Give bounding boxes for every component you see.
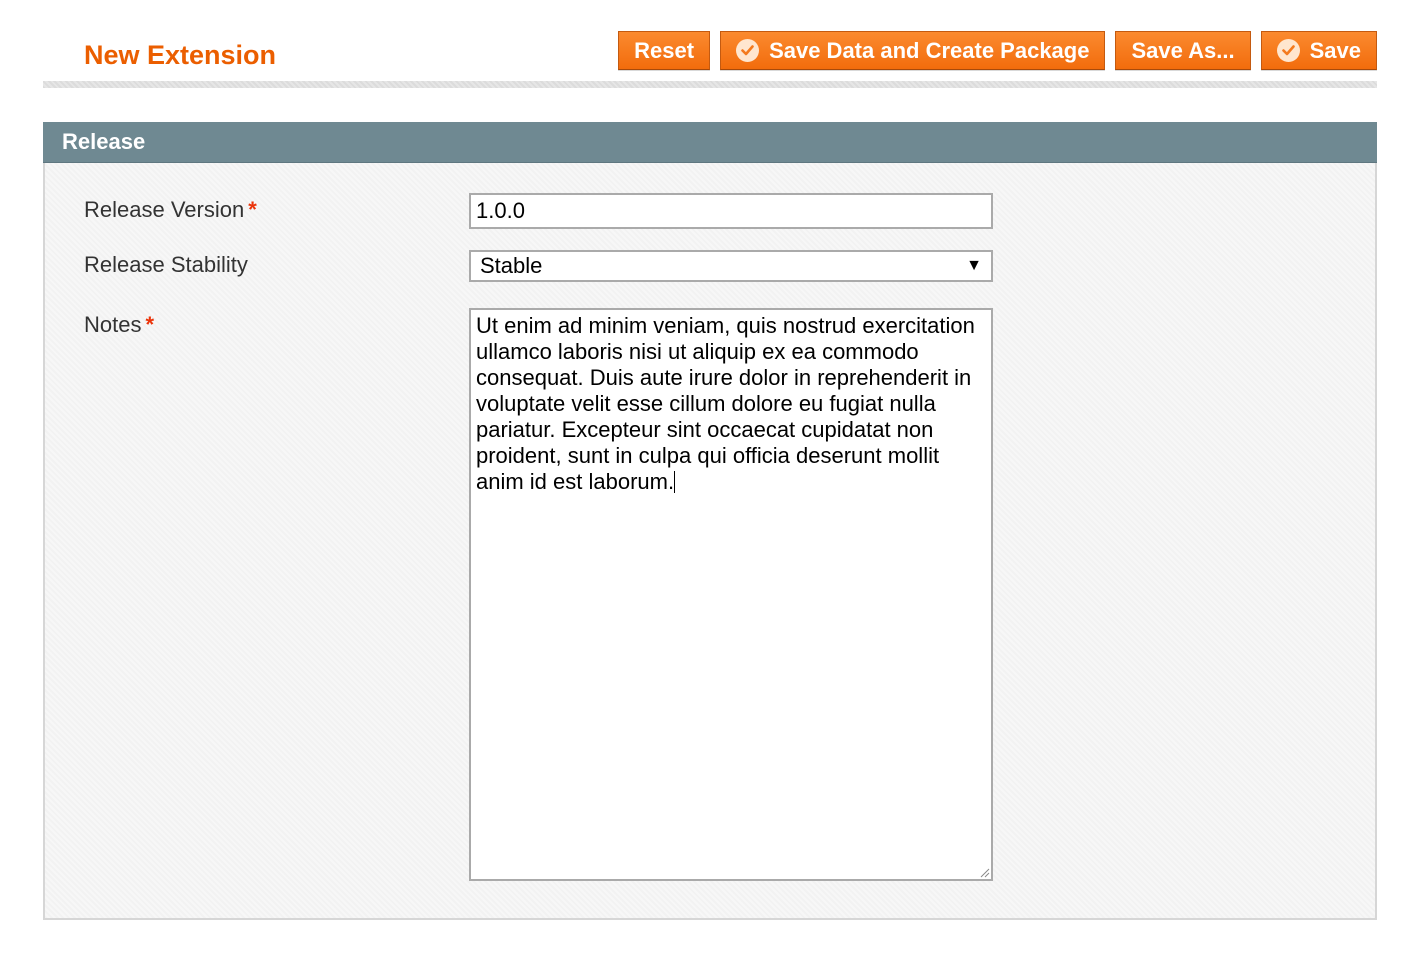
check-circle-icon <box>1276 39 1300 62</box>
release-stability-select[interactable]: Stable ▼ <box>469 250 993 282</box>
page-title: New Extension <box>84 40 277 70</box>
page: New Extension Reset Save Data and Create… <box>0 0 1421 975</box>
text-cursor <box>674 471 676 493</box>
notes-textarea[interactable]: Ut enim ad minim veniam, quis nostrud ex… <box>469 308 993 881</box>
release-stability-label-text: Release Stability <box>84 252 248 277</box>
notes-label-text: Notes <box>84 312 142 337</box>
fieldset-header: Release <box>43 122 1377 163</box>
resize-grip-icon[interactable] <box>979 867 990 878</box>
notes-text: Ut enim ad minim veniam, quis nostrud ex… <box>476 313 982 494</box>
save-and-create-package-button[interactable]: Save Data and Create Package <box>720 31 1106 70</box>
notes-label: Notes * <box>84 311 154 339</box>
save-as-button[interactable]: Save As... <box>1115 31 1251 70</box>
release-fieldset: Release Version* Release Stability Stabl… <box>43 163 1377 920</box>
save-button-label: Save <box>1309 37 1361 63</box>
reset-button-label: Reset <box>634 37 695 63</box>
release-version-label: Release Version * <box>84 196 257 224</box>
fieldset-title: Release <box>62 129 146 154</box>
release-stability-selected: Stable <box>480 253 543 278</box>
save-button[interactable]: Save <box>1260 31 1377 70</box>
chevron-down-icon: ▼ <box>966 257 982 274</box>
toolbar: Reset Save Data and Create Package Save … <box>618 31 1377 70</box>
release-version-label-text: Release Version <box>84 197 245 222</box>
release-stability-label: Release Stability <box>84 251 248 279</box>
save-as-button-label: Save As... <box>1131 37 1235 63</box>
required-mark: * <box>145 312 155 337</box>
header-divider <box>43 81 1377 88</box>
save-and-create-package-label: Save Data and Create Package <box>769 37 1090 63</box>
required-mark: * <box>248 197 257 222</box>
reset-button[interactable]: Reset <box>618 31 711 70</box>
release-version-input[interactable] <box>469 193 993 229</box>
check-circle-icon <box>736 39 760 62</box>
